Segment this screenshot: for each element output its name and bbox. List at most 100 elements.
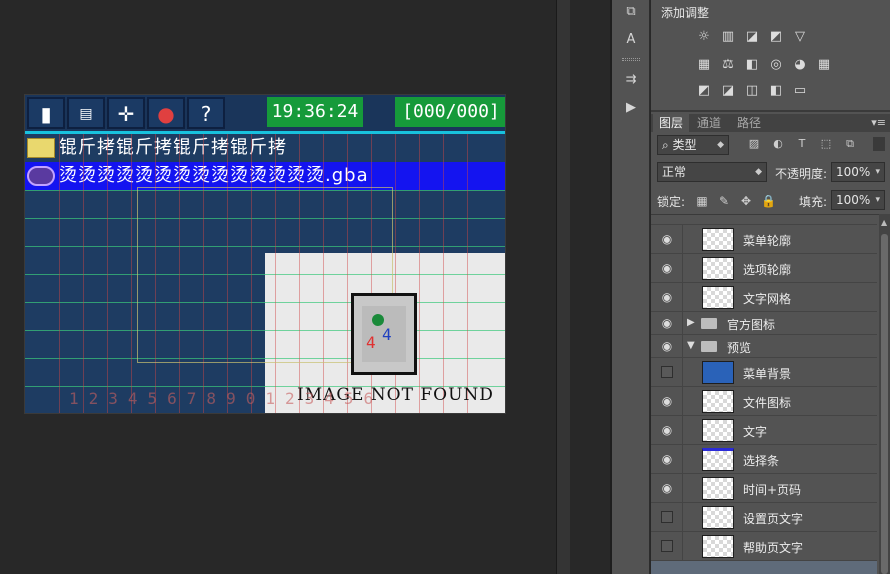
layer-name: 文字网格 (743, 292, 792, 306)
opacity-value: 100% (836, 165, 871, 179)
preview-folder-text: 锟斤拷锟斤拷锟斤拷锟斤拷 (59, 137, 287, 158)
fill-field[interactable]: 100% ▾ (831, 190, 885, 210)
chevron-down-icon: ▾ (875, 195, 880, 205)
visibility-toggle[interactable] (661, 511, 673, 523)
lock-all-icon[interactable]: 🔒 (761, 194, 776, 208)
opacity-field[interactable]: 100% ▾ (831, 162, 885, 182)
adjustments-row-2: ▦ ⚖ ◧ ◎ ◕ ▦ (695, 57, 833, 73)
filter-type-icon[interactable]: T (795, 137, 809, 151)
layer-row[interactable]: 菜单背景 (651, 358, 877, 387)
fill-label: 填充: (799, 195, 828, 209)
posterize-icon[interactable]: ◪ (719, 83, 737, 99)
filter-kind-dropdown[interactable]: ⌕ 类型 ◆ (657, 135, 729, 155)
gamepad-icon: ✛ (107, 97, 145, 129)
panel-separator (651, 110, 890, 112)
layers-tabs: 图层 通道 路径 ▾≡ (651, 114, 890, 132)
eye-icon[interactable]: ◉ (657, 232, 677, 246)
layer-row[interactable]: ◉ 时间+页码 (651, 474, 877, 503)
empty-dock-area (570, 0, 610, 574)
selective-color-icon[interactable]: ◧ (767, 83, 785, 99)
tab-channels[interactable]: 通道 (691, 114, 727, 132)
tab-paths[interactable]: 路径 (731, 114, 767, 132)
character-icon[interactable]: A (620, 30, 642, 50)
adjustments-row-3: ◩ ◪ ◫ ◧ ▭ (695, 83, 809, 99)
curves-icon[interactable]: ◪ (743, 29, 761, 45)
eye-icon[interactable]: ◉ (657, 316, 677, 330)
filter-shape-icon[interactable]: ⬚ (819, 137, 833, 151)
preview-top-bar: ▮ ▤ ✛ ● ? 19:36:24 [000/000] (25, 95, 505, 131)
grid-line (107, 134, 108, 413)
blend-mode-dropdown[interactable]: 正常 ◆ (657, 162, 767, 182)
eye-icon[interactable]: ◉ (657, 394, 677, 408)
eye-icon[interactable]: ◉ (657, 481, 677, 495)
layer-row[interactable]: ◉ 选项轮廓 (651, 254, 877, 283)
filter-adjustment-icon[interactable]: ◐ (771, 137, 785, 151)
layer-row-partial[interactable] (651, 215, 877, 225)
image-not-found-icon: 4 4 (351, 293, 417, 375)
layer-thumbnail (702, 257, 734, 280)
right-panel: 添加调整 ☼ ▥ ◪ ◩ ▽ ▦ ⚖ ◧ ◎ ◕ ▦ ◩ ◪ ◫ ◧ ▭ 图层 … (651, 0, 890, 574)
lock-paint-icon[interactable]: ✎ (717, 194, 731, 208)
adjustments-row-1: ☼ ▥ ◪ ◩ ▽ (695, 29, 809, 45)
eye-icon[interactable]: ◉ (657, 339, 677, 353)
play-icon[interactable]: ▶ (620, 98, 642, 118)
layer-thumbnail (702, 390, 734, 413)
opacity-label: 不透明度: (775, 167, 828, 181)
svg-text:4: 4 (382, 325, 392, 344)
filter-toggle[interactable] (873, 137, 885, 151)
eye-icon[interactable]: ◉ (657, 290, 677, 304)
tab-layers[interactable]: 图层 (653, 114, 690, 132)
layer-row[interactable]: 设置页文字 (651, 503, 877, 532)
layer-row[interactable]: ◉ 菜单轮廓 (651, 225, 877, 254)
vibrance-icon[interactable]: ▽ (791, 29, 809, 45)
filter-smart-object-icon[interactable]: ⧉ (843, 137, 857, 151)
filter-kind-value: 类型 (672, 138, 697, 152)
visibility-toggle[interactable] (661, 366, 673, 378)
brightness-icon[interactable]: ☼ (695, 29, 713, 45)
layer-row[interactable]: 帮助页文字 (651, 532, 877, 561)
panel-divider[interactable] (556, 0, 570, 574)
visibility-toggle[interactable] (661, 540, 673, 552)
exposure-icon[interactable]: ◩ (767, 29, 785, 45)
photoshop-window: ▮ ▤ ✛ ● ? 19:36:24 [000/000] 锟斤拷锟斤拷锟斤拷锟斤… (0, 0, 890, 574)
eye-icon[interactable]: ◉ (657, 423, 677, 437)
panel-menu-icon[interactable]: ▾≡ (871, 116, 886, 129)
hue-saturation-icon[interactable]: ▦ (695, 57, 713, 73)
search-icon: ⌕ (662, 138, 673, 152)
chevron-down-icon[interactable]: ▼ (687, 340, 695, 351)
layer-row[interactable]: ◉ 选择条 (651, 445, 877, 474)
lock-position-icon[interactable]: ✥ (739, 194, 753, 208)
layer-thumbnail (702, 286, 734, 309)
black-white-icon[interactable]: ◧ (743, 57, 761, 73)
history-icon[interactable]: ⧉ (620, 2, 642, 22)
layer-row[interactable]: ◉ 文字 (651, 416, 877, 445)
eye-icon[interactable]: ◉ (657, 261, 677, 275)
layer-row-partial[interactable] (651, 561, 877, 574)
scroll-up-icon[interactable]: ▲ (881, 218, 887, 227)
layer-group-row[interactable]: ◉ ▶ 官方图标 (651, 312, 877, 335)
canvas-area[interactable]: ▮ ▤ ✛ ● ? 19:36:24 [000/000] 锟斤拷锟斤拷锟斤拷锟斤… (0, 0, 556, 574)
photo-filter-icon[interactable]: ◎ (767, 57, 785, 73)
layer-thumbnail (702, 361, 734, 384)
invert-icon[interactable]: ◩ (695, 83, 713, 99)
actions-icon[interactable]: ⇉ (620, 70, 642, 90)
panel-grip[interactable] (622, 58, 640, 61)
layers-scrollbar[interactable]: ▲ (879, 214, 890, 574)
preview-image: ▮ ▤ ✛ ● ? 19:36:24 [000/000] 锟斤拷锟斤拷锟斤拷锟斤… (24, 94, 506, 414)
scroll-thumb[interactable] (881, 234, 888, 574)
eye-icon[interactable]: ◉ (657, 452, 677, 466)
channel-mixer-icon[interactable]: ◕ (791, 57, 809, 73)
color-lookup-icon[interactable]: ▦ (815, 57, 833, 73)
layer-row[interactable]: ◉ 文字网格 (651, 283, 877, 312)
gba-file-icon (27, 166, 55, 186)
layer-group-row[interactable]: ◉ ▼ 预览 (651, 335, 877, 358)
levels-icon[interactable]: ▥ (719, 29, 737, 45)
color-balance-icon[interactable]: ⚖ (719, 57, 737, 73)
threshold-icon[interactable]: ◫ (743, 83, 761, 99)
gradient-map-icon[interactable]: ▭ (791, 83, 809, 99)
chevron-right-icon[interactable]: ▶ (687, 317, 695, 328)
filter-pixel-icon[interactable]: ▨ (747, 137, 761, 151)
layer-row[interactable]: ◉ 文件图标 (651, 387, 877, 416)
fill-value: 100% (836, 193, 871, 207)
lock-transparent-icon[interactable]: ▦ (695, 194, 709, 208)
